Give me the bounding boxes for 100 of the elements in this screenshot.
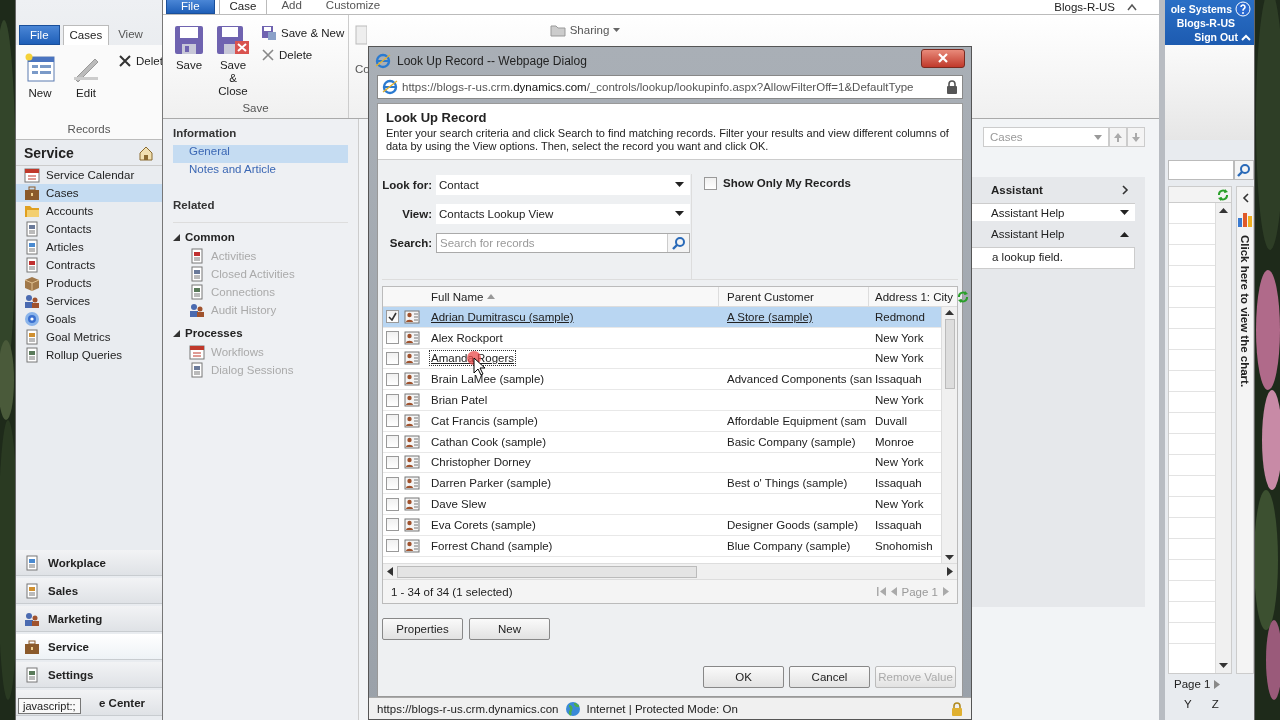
checkbox[interactable]: [385, 435, 399, 449]
table-cell[interactable]: Cat Francis (sample): [431, 414, 538, 427]
table-row[interactable]: Christopher Dorney New York: [383, 452, 942, 474]
table-row[interactable]: Adrian Dumitrascu (sample) A Store (sample) Redmond: [383, 307, 942, 328]
checkbox[interactable]: [385, 352, 399, 365]
checkbox[interactable]: [385, 393, 399, 407]
move-up-button[interactable]: [1109, 127, 1127, 147]
nav-link[interactable]: Notes and Article: [173, 163, 348, 181]
table-row[interactable]: Eva Corets (sample) Designer Goods (sample) Issaquah: [383, 514, 942, 536]
nav-item[interactable]: Contracts: [16, 256, 162, 274]
ribbon-tab[interactable]: View: [112, 25, 149, 45]
table-row[interactable]: Brain LaMee (sample) Advanced Components (san Issaquah: [383, 369, 942, 391]
checkbox-label[interactable]: Show Only My Records: [723, 177, 851, 189]
workspace-button[interactable]: Sales: [16, 578, 162, 604]
search-field[interactable]: [1168, 160, 1234, 180]
table-row[interactable]: Alex Rockport New York: [383, 327, 942, 349]
nav-group-header[interactable]: Processes: [173, 323, 348, 343]
checkbox[interactable]: [385, 331, 399, 345]
save-and-close-button[interactable]: Save & Close: [213, 23, 253, 100]
checkbox[interactable]: [704, 177, 717, 190]
edit-button[interactable]: Edit: [68, 51, 104, 121]
nav-group-header[interactable]: Common: [173, 227, 348, 247]
index-letter[interactable]: Z: [1211, 698, 1219, 710]
nav-link[interactable]: General: [173, 145, 348, 163]
checkbox[interactable]: [385, 518, 399, 532]
nav-item[interactable]: Contacts: [16, 220, 162, 238]
table-row[interactable]: Forrest Chand (sample) Blue Company (sample) Snohomish: [383, 535, 942, 557]
table-cell[interactable]: Brian Patel: [431, 394, 488, 407]
table-row[interactable]: Dave Slew New York: [383, 494, 942, 515]
workspace-button[interactable]: Workplace: [16, 550, 162, 576]
chart-pane-label[interactable]: Click here to view the chart.: [1239, 235, 1251, 388]
column-header[interactable]: Full Name: [423, 286, 719, 307]
nav-item[interactable]: Goal Metrics: [16, 328, 162, 346]
nav-item[interactable]: Service Calendar: [16, 166, 162, 184]
search-button[interactable]: [667, 234, 689, 252]
table-cell[interactable]: Darren Parker (sample): [431, 477, 552, 490]
table-cell[interactable]: Adrian Dumitrascu (sample): [431, 310, 574, 323]
delete-button[interactable]: Delet: [116, 51, 165, 71]
scroll-thumb[interactable]: [944, 319, 955, 389]
checkbox[interactable]: [385, 476, 399, 490]
ribbon-tab[interactable]: File: [19, 25, 60, 45]
dropdown[interactable]: Contact: [436, 175, 690, 195]
dropdown[interactable]: Contacts Lookup View: [436, 204, 690, 224]
ribbon-tab[interactable]: Add: [271, 0, 312, 14]
nav-item[interactable]: Goals: [16, 310, 162, 328]
sharing-button[interactable]: Sharing: [549, 21, 621, 39]
move-down-button[interactable]: [1127, 127, 1145, 147]
workspace-button[interactable]: Service: [16, 634, 162, 660]
ribbon-tab[interactable]: Case: [218, 0, 268, 14]
properties-button[interactable]: Properties: [382, 618, 463, 640]
delete-button[interactable]: Delete: [259, 45, 347, 65]
table-cell[interactable]: Dave Slew: [431, 498, 486, 511]
ribbon-tab[interactable]: File: [166, 0, 215, 14]
table-cell[interactable]: A Store (sample): [727, 310, 813, 323]
save-button[interactable]: Save: [171, 23, 207, 100]
column-header[interactable]: Parent Customer: [719, 286, 869, 307]
nav-item[interactable]: Articles: [16, 238, 162, 256]
index-letter[interactable]: Y: [1184, 698, 1192, 710]
new-button[interactable]: New: [22, 51, 58, 121]
nav-item[interactable]: Products: [16, 274, 162, 292]
table-row[interactable]: Darren Parker (sample) Best o' Things (sample) Issaquah: [383, 473, 942, 495]
table-cell[interactable]: Eva Corets (sample): [431, 518, 536, 531]
nav-item[interactable]: Cases: [16, 184, 162, 202]
table-cell[interactable]: Cathan Cook (sample): [431, 435, 547, 448]
scrollbar[interactable]: [941, 307, 957, 563]
workspace-button[interactable]: Marketing: [16, 606, 162, 632]
ok-button[interactable]: OK: [703, 666, 784, 688]
close-button[interactable]: [921, 48, 965, 68]
search-field[interactable]: Search for records: [436, 233, 690, 253]
table-row[interactable]: Brian Patel New York: [383, 390, 942, 411]
sign-out-link[interactable]: Sign Out: [1194, 31, 1238, 43]
nav-item[interactable]: Accounts: [16, 202, 162, 220]
new-button[interactable]: New: [469, 618, 550, 640]
help-select[interactable]: Assistant Help: [969, 203, 1135, 221]
save-and-new-button[interactable]: Save & New: [259, 23, 347, 43]
ribbon-tab[interactable]: Cases: [62, 25, 110, 45]
horizontal-scrollbar[interactable]: [383, 563, 957, 579]
checkbox[interactable]: [385, 539, 399, 553]
workspace-button[interactable]: Settings: [16, 662, 162, 688]
search-button[interactable]: [1234, 160, 1254, 180]
checkbox[interactable]: [385, 372, 399, 386]
table-row[interactable]: Cathan Cook (sample) Basic Company (sample) Monroe: [383, 431, 942, 453]
column-header[interactable]: Address 1: City: [869, 286, 967, 307]
table-cell[interactable]: Christopher Dorney: [431, 456, 531, 469]
checkbox[interactable]: [385, 455, 399, 469]
table-row[interactable]: Cat Francis (sample) Affordable Equipment (sam Duvall: [383, 411, 942, 432]
table-cell[interactable]: Brain LaMee (sample): [431, 373, 545, 386]
table-cell[interactable]: Forrest Chand (sample): [431, 539, 553, 552]
checkbox[interactable]: [385, 497, 399, 511]
nav-item[interactable]: Rollup Queries: [16, 346, 162, 364]
scrollbar[interactable]: [1215, 203, 1231, 673]
address-bar[interactable]: https://blogs-r-us.crm.dynamics.com/_controls/lookup/lookupinfo.aspx?AllowFilterOff=1&DefaultType: [377, 75, 963, 99]
nav-item[interactable]: Services: [16, 292, 162, 310]
checkbox[interactable]: [385, 310, 399, 324]
scroll-thumb[interactable]: [397, 565, 697, 578]
chart-pane[interactable]: Click here to view the chart.: [1236, 186, 1254, 674]
checkbox[interactable]: [385, 414, 399, 428]
cancel-button[interactable]: Cancel: [789, 666, 870, 688]
table-cell[interactable]: Alex Rockport: [431, 331, 503, 344]
ribbon-tab[interactable]: Customize: [315, 0, 391, 14]
